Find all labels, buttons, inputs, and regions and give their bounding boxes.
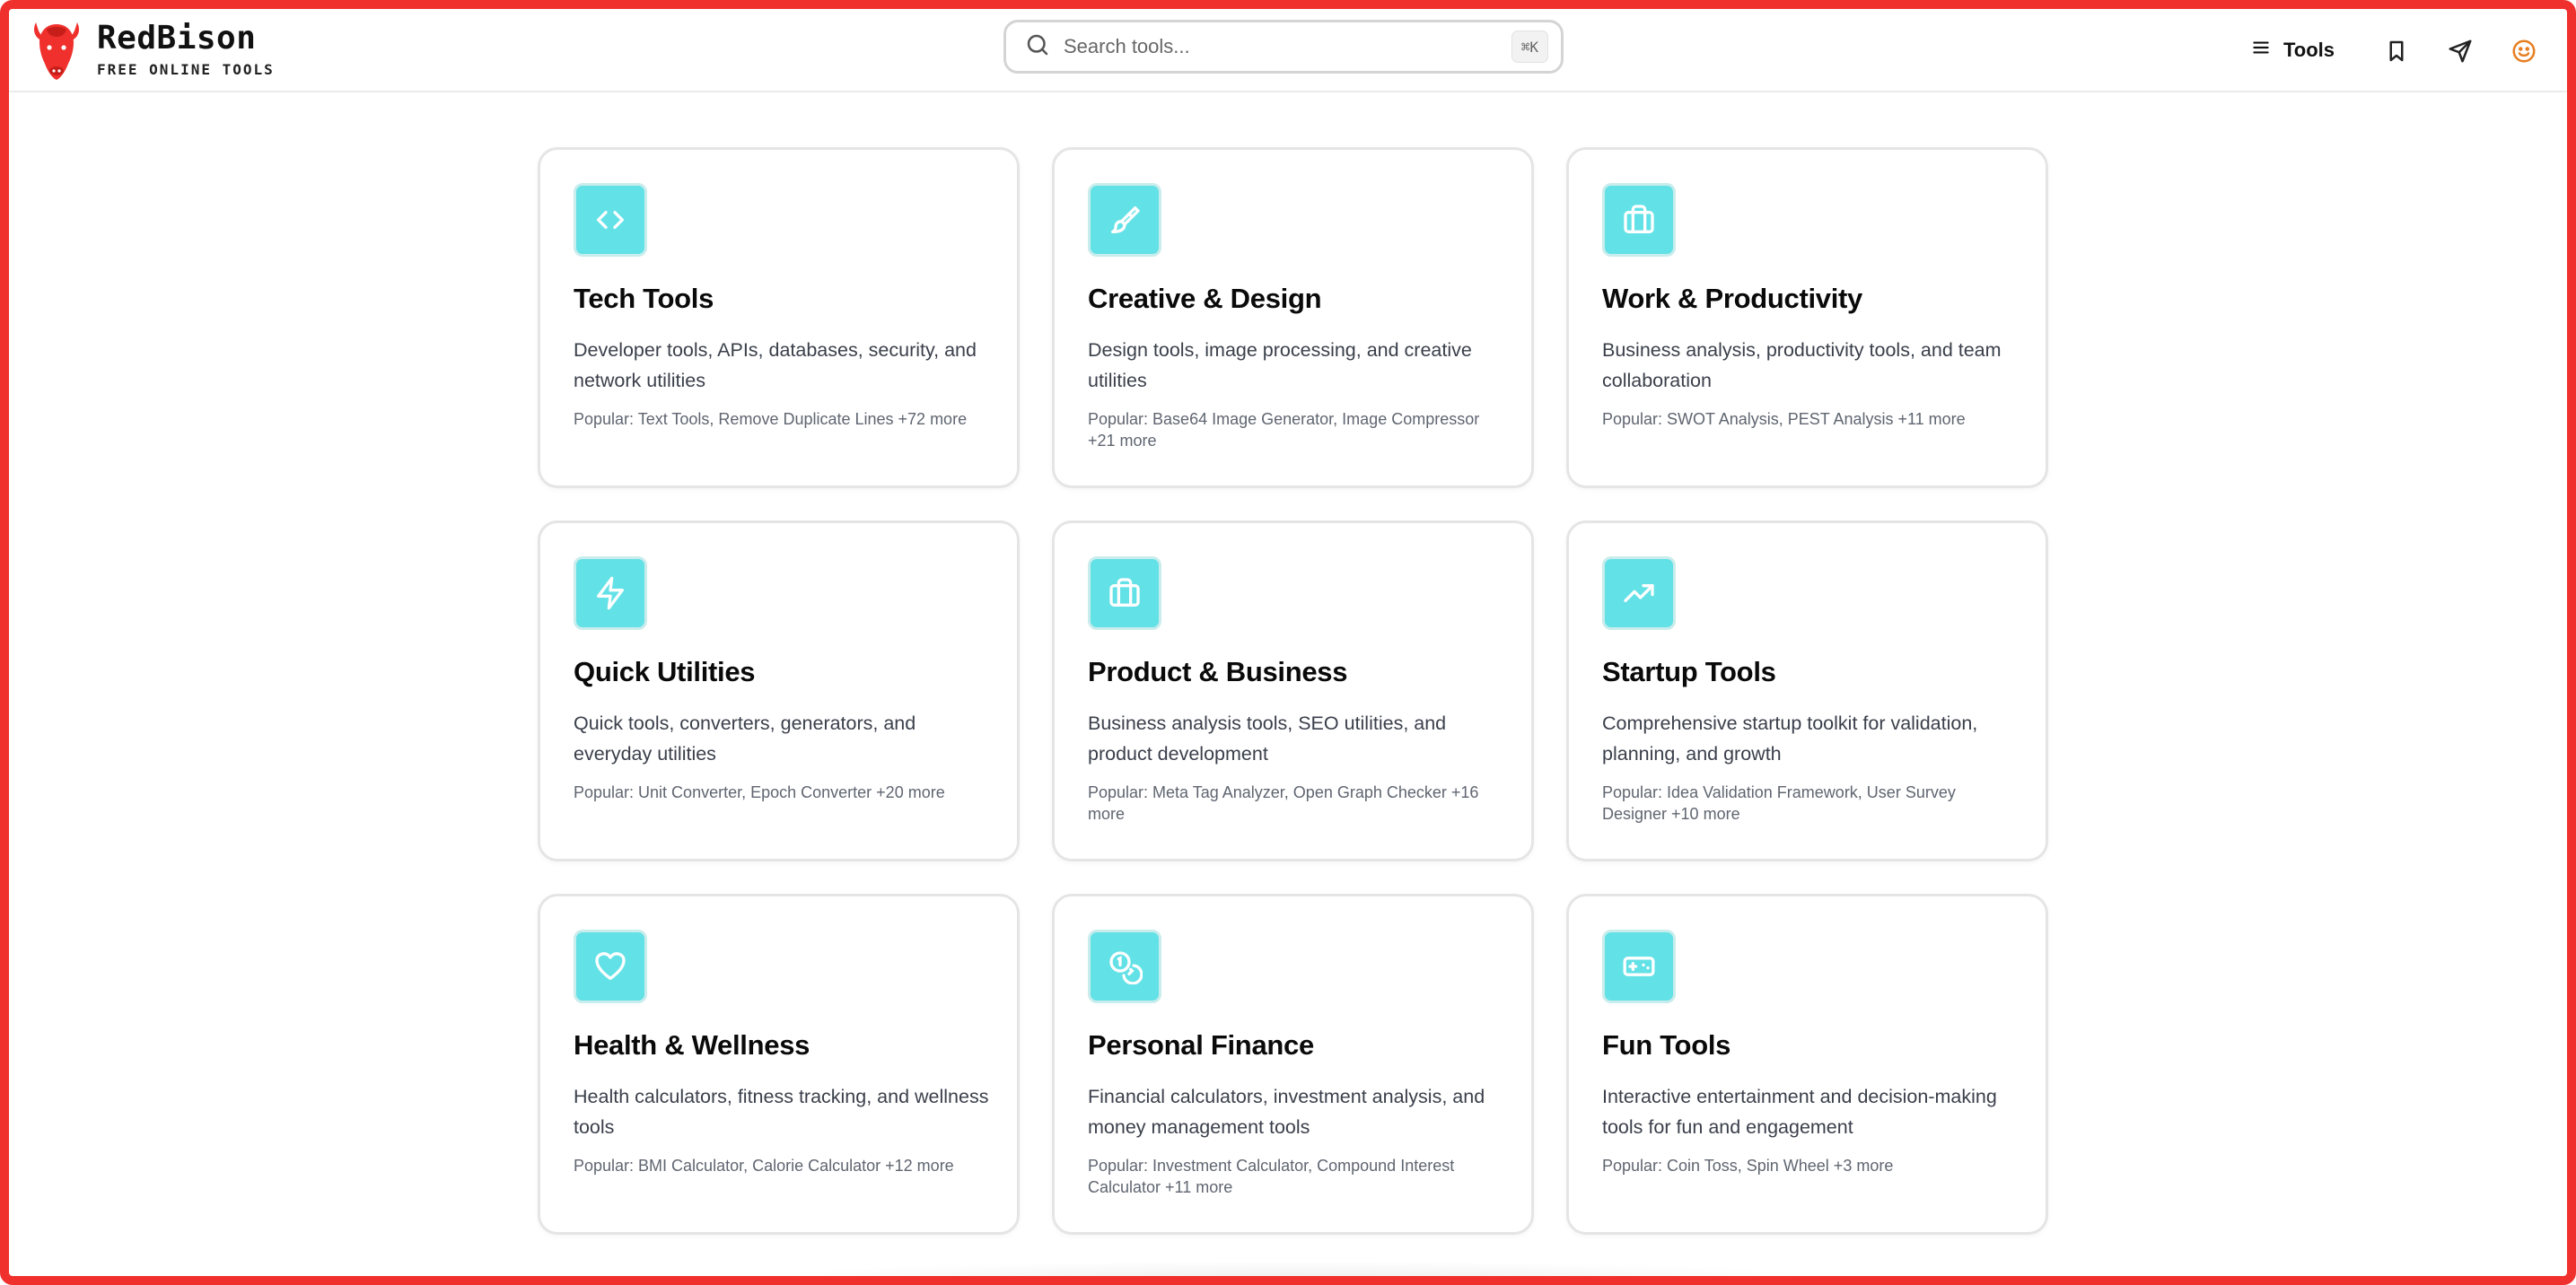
card-icon-tile <box>574 930 647 1003</box>
card-icon-tile <box>1602 183 1676 257</box>
card-description: Financial calculators, investment analys… <box>1088 1086 1485 1138</box>
card-title: Tech Tools <box>574 283 714 314</box>
card-description: Business analysis, productivity tools, a… <box>1602 339 2002 391</box>
menu-icon <box>2249 36 2273 65</box>
briefcase-icon <box>1621 202 1657 238</box>
tools-menu-label: Tools <box>2283 39 2335 61</box>
category-card-fun-tools[interactable]: Fun Tools Interactive entertainment and … <box>1566 894 2048 1235</box>
card-title: Product & Business <box>1088 656 1348 687</box>
card-description: Design tools, image processing, and crea… <box>1088 339 1472 391</box>
card-popular-tools: Popular: SWOT Analysis, PEST Analysis +1… <box>1602 410 1966 428</box>
card-title: Work & Productivity <box>1602 283 1862 314</box>
search-bar[interactable]: ⌘K <box>1003 20 1564 74</box>
scroll-shadow <box>754 1261 1831 1276</box>
paintbrush-icon <box>1107 202 1143 238</box>
category-grid: Tech Tools Developer tools, APIs, databa… <box>538 147 2048 1237</box>
card-icon-tile <box>1602 930 1676 1003</box>
card-description: Health calculators, fitness tracking, an… <box>574 1086 989 1138</box>
card-title: Quick Utilities <box>574 656 756 687</box>
category-card-creative-design[interactable]: Creative & Design Design tools, image pr… <box>1052 147 1534 488</box>
card-title: Startup Tools <box>1602 656 1776 687</box>
search-input[interactable] <box>1064 35 1511 58</box>
card-description: Comprehensive startup toolkit for valida… <box>1602 712 1978 765</box>
send-icon <box>2447 38 2474 65</box>
card-popular-tools: Popular: Idea Validation Framework, User… <box>1602 783 1956 823</box>
brand-logo-link[interactable]: RedBison FREE ONLINE TOOLS <box>31 14 275 86</box>
card-icon-tile <box>574 183 647 257</box>
top-header: RedBison FREE ONLINE TOOLS ⌘K Tools <box>9 9 2567 92</box>
card-description: Interactive entertainment and decision-m… <box>1602 1086 1997 1138</box>
card-popular-tools: Popular: Unit Converter, Epoch Converter… <box>574 783 945 801</box>
card-description: Business analysis tools, SEO utilities, … <box>1088 712 1447 765</box>
bookmark-icon <box>2383 38 2410 65</box>
category-card-product-business[interactable]: Product & Business Business analysis too… <box>1052 520 1534 861</box>
card-description: Developer tools, APIs, databases, securi… <box>574 339 977 391</box>
heart-icon <box>592 948 628 984</box>
card-description: Quick tools, converters, generators, and… <box>574 712 916 765</box>
category-card-health-wellness[interactable]: Health & Wellness Health calculators, fi… <box>538 894 1020 1235</box>
trending-up-icon <box>1621 575 1657 611</box>
card-popular-tools: Popular: Coin Toss, Spin Wheel +3 more <box>1602 1157 1894 1175</box>
brand-tagline: FREE ONLINE TOOLS <box>97 61 275 78</box>
search-icon <box>1024 31 1051 63</box>
lightning-icon <box>592 575 628 611</box>
smiley-icon <box>2510 38 2537 65</box>
category-card-tech-tools[interactable]: Tech Tools Developer tools, APIs, databa… <box>538 147 1020 488</box>
share-button[interactable] <box>2447 38 2474 65</box>
card-popular-tools: Popular: Text Tools, Remove Duplicate Li… <box>574 410 968 428</box>
card-popular-tools: Popular: Base64 Image Generator, Image C… <box>1088 410 1480 450</box>
card-icon-tile <box>1602 556 1676 630</box>
card-icon-tile <box>1088 556 1161 630</box>
card-title: Creative & Design <box>1088 283 1322 314</box>
card-title: Health & Wellness <box>574 1029 810 1061</box>
category-card-quick-utilities[interactable]: Quick Utilities Quick tools, converters,… <box>538 520 1020 861</box>
bookmarks-button[interactable] <box>2383 38 2410 65</box>
briefcase-icon <box>1107 575 1143 611</box>
browser-frame: RedBison FREE ONLINE TOOLS ⌘K Tools <box>0 0 2576 1285</box>
brand-name: RedBison <box>97 20 257 57</box>
category-card-personal-finance[interactable]: Personal Finance Financial calculators, … <box>1052 894 1534 1235</box>
card-icon-tile <box>574 556 647 630</box>
card-popular-tools: Popular: Meta Tag Analyzer, Open Graph C… <box>1088 783 1479 823</box>
coins-icon <box>1107 948 1143 984</box>
bison-head-icon <box>31 17 83 83</box>
card-popular-tools: Popular: BMI Calculator, Calorie Calcula… <box>574 1157 954 1175</box>
code-brackets-icon <box>592 202 628 238</box>
card-title: Personal Finance <box>1088 1029 1314 1061</box>
card-icon-tile <box>1088 183 1161 257</box>
category-card-work-productivity[interactable]: Work & Productivity Business analysis, p… <box>1566 147 2048 488</box>
card-popular-tools: Popular: Investment Calculator, Compound… <box>1088 1157 1455 1196</box>
tools-menu-button[interactable]: Tools <box>2239 32 2335 68</box>
category-card-startup-tools[interactable]: Startup Tools Comprehensive startup tool… <box>1566 520 2048 861</box>
card-title: Fun Tools <box>1602 1029 1731 1061</box>
search-shortcut-badge: ⌘K <box>1511 31 1548 63</box>
gamepad-icon <box>1621 948 1657 984</box>
card-icon-tile <box>1088 930 1161 1003</box>
account-button[interactable] <box>2510 38 2537 65</box>
